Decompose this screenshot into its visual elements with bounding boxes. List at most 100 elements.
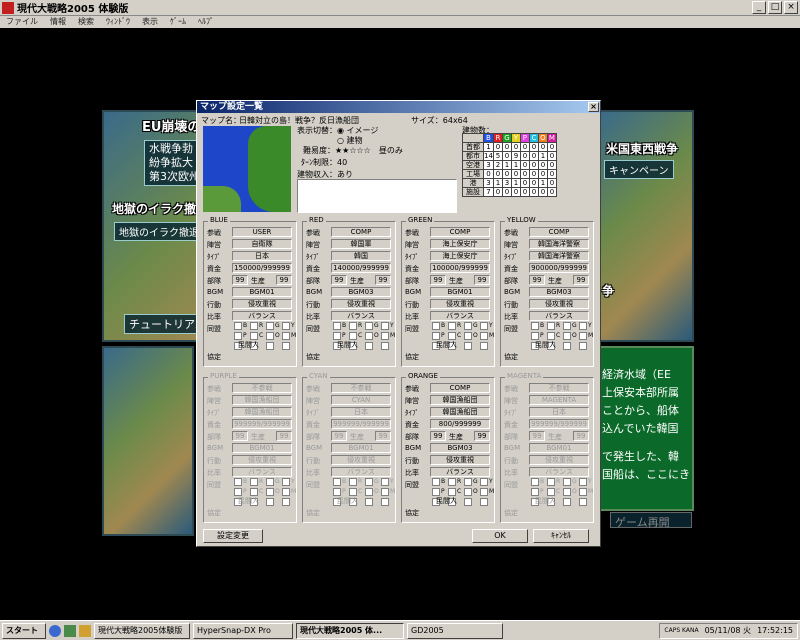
produce-field[interactable]: 99: [474, 275, 490, 285]
funds-field[interactable]: 100000/999999: [430, 263, 490, 273]
scenario-panel-asia[interactable]: [102, 346, 194, 536]
units-field[interactable]: 99: [331, 431, 347, 441]
units-field[interactable]: 99: [331, 275, 347, 285]
ally-checkbox[interactable]: [282, 488, 290, 496]
dialog-close-button[interactable]: ×: [588, 102, 599, 112]
ally-checkbox[interactable]: [579, 332, 587, 340]
ally-checkbox[interactable]: [381, 488, 389, 496]
ally-checkbox[interactable]: [464, 332, 472, 340]
type-field[interactable]: 日本: [232, 251, 292, 261]
ally-checkbox[interactable]: [365, 498, 373, 506]
type-field[interactable]: 日本: [529, 407, 589, 417]
join-field[interactable]: 不参戦: [529, 383, 589, 393]
ally-checkbox[interactable]: [381, 478, 389, 486]
faction-field[interactable]: 韓国漁船団: [232, 395, 292, 405]
action-field[interactable]: 侵攻重視: [331, 455, 391, 465]
ally-checkbox[interactable]: [579, 322, 587, 330]
ally-checkbox[interactable]: [349, 332, 357, 340]
ally-checkbox[interactable]: [480, 488, 488, 496]
ally-checkbox[interactable]: [250, 488, 258, 496]
campaign-button[interactable]: キャンペーン: [604, 160, 674, 179]
ally-checkbox[interactable]: [365, 488, 373, 496]
funds-field[interactable]: 999999/999999: [232, 419, 292, 429]
bgm-field[interactable]: BGM01: [331, 443, 391, 453]
ally-checkbox[interactable]: [365, 332, 373, 340]
join-field[interactable]: USER: [232, 227, 292, 237]
bgm-field[interactable]: BGM03: [430, 443, 490, 453]
ally-checkbox[interactable]: [333, 322, 341, 330]
bgm-field[interactable]: BGM01: [430, 287, 490, 297]
type-field[interactable]: 日本: [331, 407, 391, 417]
menu-window[interactable]: ｳｨﾝﾄﾞｳ: [106, 16, 130, 28]
ally-checkbox[interactable]: [480, 478, 488, 486]
minimize-button[interactable]: _: [752, 1, 766, 14]
faction-field[interactable]: CYAN: [331, 395, 391, 405]
ally-checkbox[interactable]: [266, 342, 274, 350]
faction-field[interactable]: MAGENTA: [529, 395, 589, 405]
ok-button[interactable]: OK: [472, 529, 528, 543]
ratio-field[interactable]: バランス: [430, 311, 490, 321]
funds-field[interactable]: 900000/999999: [529, 263, 589, 273]
scenario-button-iraq[interactable]: 地獄のイラク撤退: [114, 222, 204, 241]
ally-checkbox[interactable]: [266, 332, 274, 340]
action-field[interactable]: 侵攻重視: [529, 455, 589, 465]
bgm-field[interactable]: BGM01: [232, 443, 292, 453]
ally-checkbox[interactable]: [432, 478, 440, 486]
ally-checkbox[interactable]: [464, 488, 472, 496]
ally-checkbox[interactable]: [464, 322, 472, 330]
ally-checkbox[interactable]: [547, 488, 555, 496]
ally-checkbox[interactable]: [579, 498, 587, 506]
ally-checkbox[interactable]: [250, 332, 258, 340]
faction-field[interactable]: 自衛隊: [232, 239, 292, 249]
ally-checkbox[interactable]: [563, 498, 571, 506]
faction-field[interactable]: 韓国漁船団: [430, 395, 490, 405]
taskbar-item-gd2005[interactable]: GD2005: [407, 622, 503, 639]
ally-checkbox[interactable]: [234, 332, 242, 340]
ratio-field[interactable]: バランス: [529, 467, 589, 477]
join-field[interactable]: COMP: [430, 383, 490, 393]
join-field[interactable]: COMP: [529, 227, 589, 237]
ally-checkbox[interactable]: [349, 322, 357, 330]
ally-checkbox[interactable]: [464, 478, 472, 486]
action-field[interactable]: 侵攻重視: [331, 299, 391, 309]
ally-checkbox[interactable]: [547, 322, 555, 330]
join-field[interactable]: 不参戦: [331, 383, 391, 393]
ally-checkbox[interactable]: [448, 322, 456, 330]
ally-checkbox[interactable]: [531, 478, 539, 486]
join-field[interactable]: 不参戦: [232, 383, 292, 393]
faction-field[interactable]: 韓国軍: [331, 239, 391, 249]
action-field[interactable]: 侵攻重視: [529, 299, 589, 309]
taskbar-item-game[interactable]: 現代大戦略2005 体...: [296, 622, 404, 639]
cancel-button[interactable]: ｷｬﾝｾﾙ: [533, 529, 589, 543]
ally-checkbox[interactable]: [432, 488, 440, 496]
action-field[interactable]: 侵攻重視: [430, 455, 490, 465]
funds-field[interactable]: 140000/999999: [331, 263, 391, 273]
units-field[interactable]: 99: [232, 431, 248, 441]
tray-clock[interactable]: 17:52:15: [757, 624, 793, 638]
ally-checkbox[interactable]: [563, 488, 571, 496]
funds-field[interactable]: 999999/999999: [331, 419, 391, 429]
change-settings-button[interactable]: 設定変更: [203, 529, 263, 543]
quicklaunch-icon[interactable]: [64, 624, 76, 637]
bgm-field[interactable]: BGM03: [529, 287, 589, 297]
quicklaunch-icon[interactable]: [79, 624, 91, 637]
join-field[interactable]: COMP: [430, 227, 490, 237]
ratio-field[interactable]: バランス: [232, 311, 292, 321]
ally-checkbox[interactable]: [579, 478, 587, 486]
faction-field[interactable]: 韓国海洋警察: [529, 239, 589, 249]
ally-checkbox[interactable]: [349, 488, 357, 496]
ratio-field[interactable]: バランス: [232, 467, 292, 477]
ally-checkbox[interactable]: [464, 498, 472, 506]
menu-file[interactable]: ファイル: [6, 16, 38, 28]
produce-field[interactable]: 99: [276, 431, 292, 441]
taskbar-item-hypersnap[interactable]: HyperSnap-DX Pro: [193, 622, 293, 639]
ally-checkbox[interactable]: [432, 322, 440, 330]
close-button[interactable]: ×: [784, 1, 798, 14]
ally-checkbox[interactable]: [579, 488, 587, 496]
ally-checkbox[interactable]: [365, 478, 373, 486]
ally-checkbox[interactable]: [266, 322, 274, 330]
ally-checkbox[interactable]: [266, 488, 274, 496]
produce-field[interactable]: 99: [375, 275, 391, 285]
units-field[interactable]: 99: [430, 431, 446, 441]
units-field[interactable]: 99: [232, 275, 248, 285]
